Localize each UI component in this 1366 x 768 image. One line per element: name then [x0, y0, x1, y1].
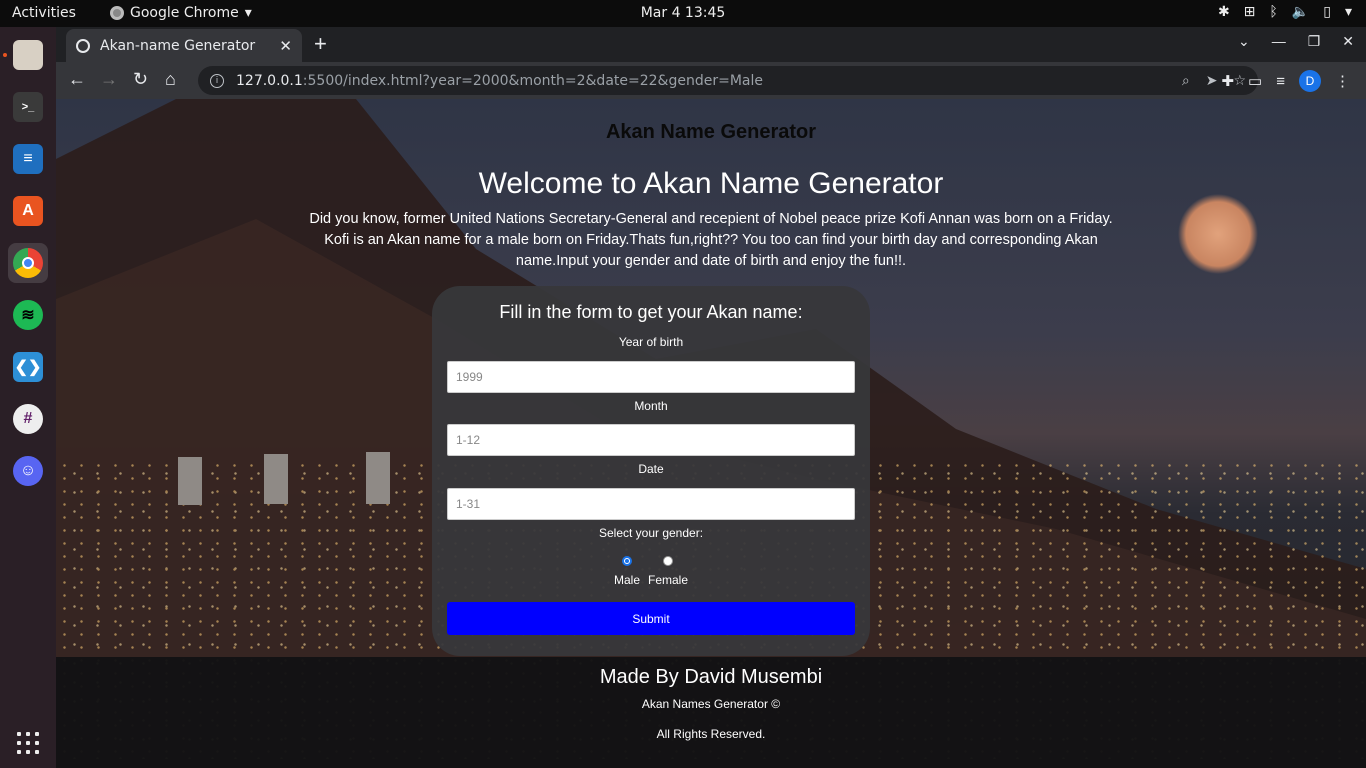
browser-toolbar: ← → ↻ ⌂ i 127.0.0.1:5500/index.html?year… — [56, 62, 1366, 99]
tab-strip: Akan-name Generator ✕ + ⌄ — ❐ ✕ — [56, 27, 1366, 62]
reload-icon[interactable]: ↻ — [133, 69, 148, 90]
chevron-down-icon: ▾ — [244, 5, 252, 21]
gender-label: Select your gender: — [598, 526, 704, 540]
libreoffice-writer-icon: ≡ — [13, 144, 43, 174]
dock: >_ ≡ A ≋ ❮❯ # ☺ — [0, 27, 56, 768]
submit-button[interactable]: Submit — [447, 602, 855, 635]
close-window-icon[interactable]: ✕ — [1342, 33, 1354, 50]
dock-item-writer[interactable]: ≡ — [8, 139, 48, 179]
zoom-icon[interactable]: ⌕ — [1182, 73, 1190, 89]
app-name: Google Chrome — [130, 5, 239, 21]
slack-tray-icon[interactable]: ✱ — [1218, 4, 1230, 20]
url-path: :5500/index.html?year=2000&month=2&date=… — [302, 72, 763, 89]
form-title: Fill in the form to get your Akan name: — [499, 302, 803, 322]
tab-search-icon[interactable]: ⌄ — [1238, 33, 1250, 50]
globe-icon — [76, 38, 90, 53]
chevron-down-icon[interactable]: ▾ — [1345, 4, 1352, 20]
home-icon[interactable]: ⌂ — [165, 69, 176, 90]
forward-icon[interactable]: → — [100, 69, 118, 90]
app-menu[interactable]: Google Chrome ▾ — [110, 5, 252, 21]
terminal-icon: >_ — [13, 92, 43, 122]
female-label: Female — [648, 573, 689, 587]
vscode-icon: ❮❯ — [13, 352, 43, 382]
volume-icon[interactable]: 🔈 — [1292, 4, 1309, 20]
month-label: Month — [634, 399, 668, 413]
back-icon[interactable]: ← — [68, 69, 86, 90]
date-label: Date — [638, 462, 664, 476]
site-info-icon[interactable]: i — [210, 73, 224, 88]
year-input[interactable] — [447, 361, 855, 393]
footer-copyright: Akan Names Generator © — [641, 697, 781, 711]
hero-description: Did you know, former United Nations Secr… — [309, 211, 1113, 269]
dock-item-terminal[interactable]: >_ — [8, 87, 48, 127]
hero-title: Welcome to Akan Name Generator — [478, 167, 944, 200]
url-host: 127.0.0.1 — [236, 72, 303, 89]
discord-icon: ☺ — [13, 456, 43, 486]
male-radio[interactable] — [621, 556, 632, 566]
files-icon — [13, 40, 43, 70]
building — [178, 457, 202, 505]
dock-item-software[interactable]: A — [8, 191, 48, 231]
dock-item-slack[interactable]: # — [8, 399, 48, 439]
send-icon[interactable]: ➤ — [1206, 73, 1218, 89]
window-controls: ⌄ — ❐ ✕ — [1238, 33, 1354, 50]
close-icon[interactable]: ✕ — [279, 37, 292, 55]
year-label: Year of birth — [618, 335, 684, 349]
new-tab-button[interactable]: + — [314, 31, 327, 57]
page-viewport: Akan Name Generator Welcome to Akan Name… — [56, 99, 1366, 768]
extensions-area: ✚ ▭ ≡ D ⋮ — [1221, 70, 1350, 92]
building — [366, 452, 390, 504]
network-icon[interactable]: ⊞ — [1244, 4, 1256, 20]
akan-form: Fill in the form to get your Akan name: … — [432, 286, 870, 656]
tab-akan-generator[interactable]: Akan-name Generator ✕ — [66, 29, 302, 62]
chrome-icon — [13, 248, 43, 278]
gender-radio-group: Male Female — [432, 556, 870, 587]
bluetooth-icon[interactable]: ᛒ — [1269, 4, 1277, 20]
activities-button[interactable]: Activities — [12, 5, 76, 21]
page-footer: Made By David Musembi Akan Names Generat… — [56, 657, 1366, 768]
dock-item-files[interactable] — [3, 35, 48, 75]
gender-option-female[interactable]: Female — [648, 556, 688, 587]
tab-title: Akan-name Generator — [100, 37, 256, 54]
extensions-puzzle-icon[interactable]: ✚ — [1221, 72, 1234, 90]
footer-author: Made By David Musembi — [599, 666, 823, 688]
date-input[interactable] — [447, 488, 855, 520]
address-bar[interactable]: i 127.0.0.1:5500/index.html?year=2000&mo… — [198, 66, 1258, 95]
dock-item-spotify[interactable]: ≋ — [8, 295, 48, 335]
gender-option-male[interactable]: Male — [614, 556, 640, 587]
system-top-bar: Activities Google Chrome ▾ Mar 4 13:45 ✱… — [0, 0, 1366, 27]
battery-icon[interactable]: ▯ — [1323, 4, 1331, 20]
spotify-icon: ≋ — [13, 300, 43, 330]
footer-rights: All Rights Reserved. — [656, 727, 766, 741]
dock-item-vscode[interactable]: ❮❯ — [8, 347, 48, 387]
site-title: Akan Name Generator — [605, 121, 817, 143]
chrome-icon — [110, 6, 124, 20]
slack-icon: # — [13, 404, 43, 434]
male-label: Male — [613, 573, 640, 587]
system-tray[interactable]: ✱ ⊞ ᛒ 🔈 ▯ ▾ — [1218, 4, 1352, 20]
minimize-icon[interactable]: — — [1272, 33, 1286, 50]
female-radio[interactable] — [663, 556, 673, 566]
show-applications-icon[interactable] — [17, 732, 39, 754]
profile-avatar[interactable]: D — [1299, 70, 1321, 92]
maximize-icon[interactable]: ❐ — [1308, 33, 1321, 50]
ubuntu-software-icon: A — [13, 196, 43, 226]
dock-item-discord[interactable]: ☺ — [8, 451, 48, 491]
media-queue-icon[interactable]: ≡ — [1276, 73, 1285, 90]
dock-item-chrome[interactable] — [8, 243, 48, 283]
cast-icon[interactable]: ▭ — [1248, 72, 1262, 90]
menu-kebab-icon[interactable]: ⋮ — [1335, 72, 1350, 90]
building — [264, 454, 288, 504]
chrome-window: Akan-name Generator ✕ + ⌄ — ❐ ✕ ← → ↻ ⌂ … — [56, 27, 1366, 768]
month-input[interactable] — [447, 424, 855, 456]
